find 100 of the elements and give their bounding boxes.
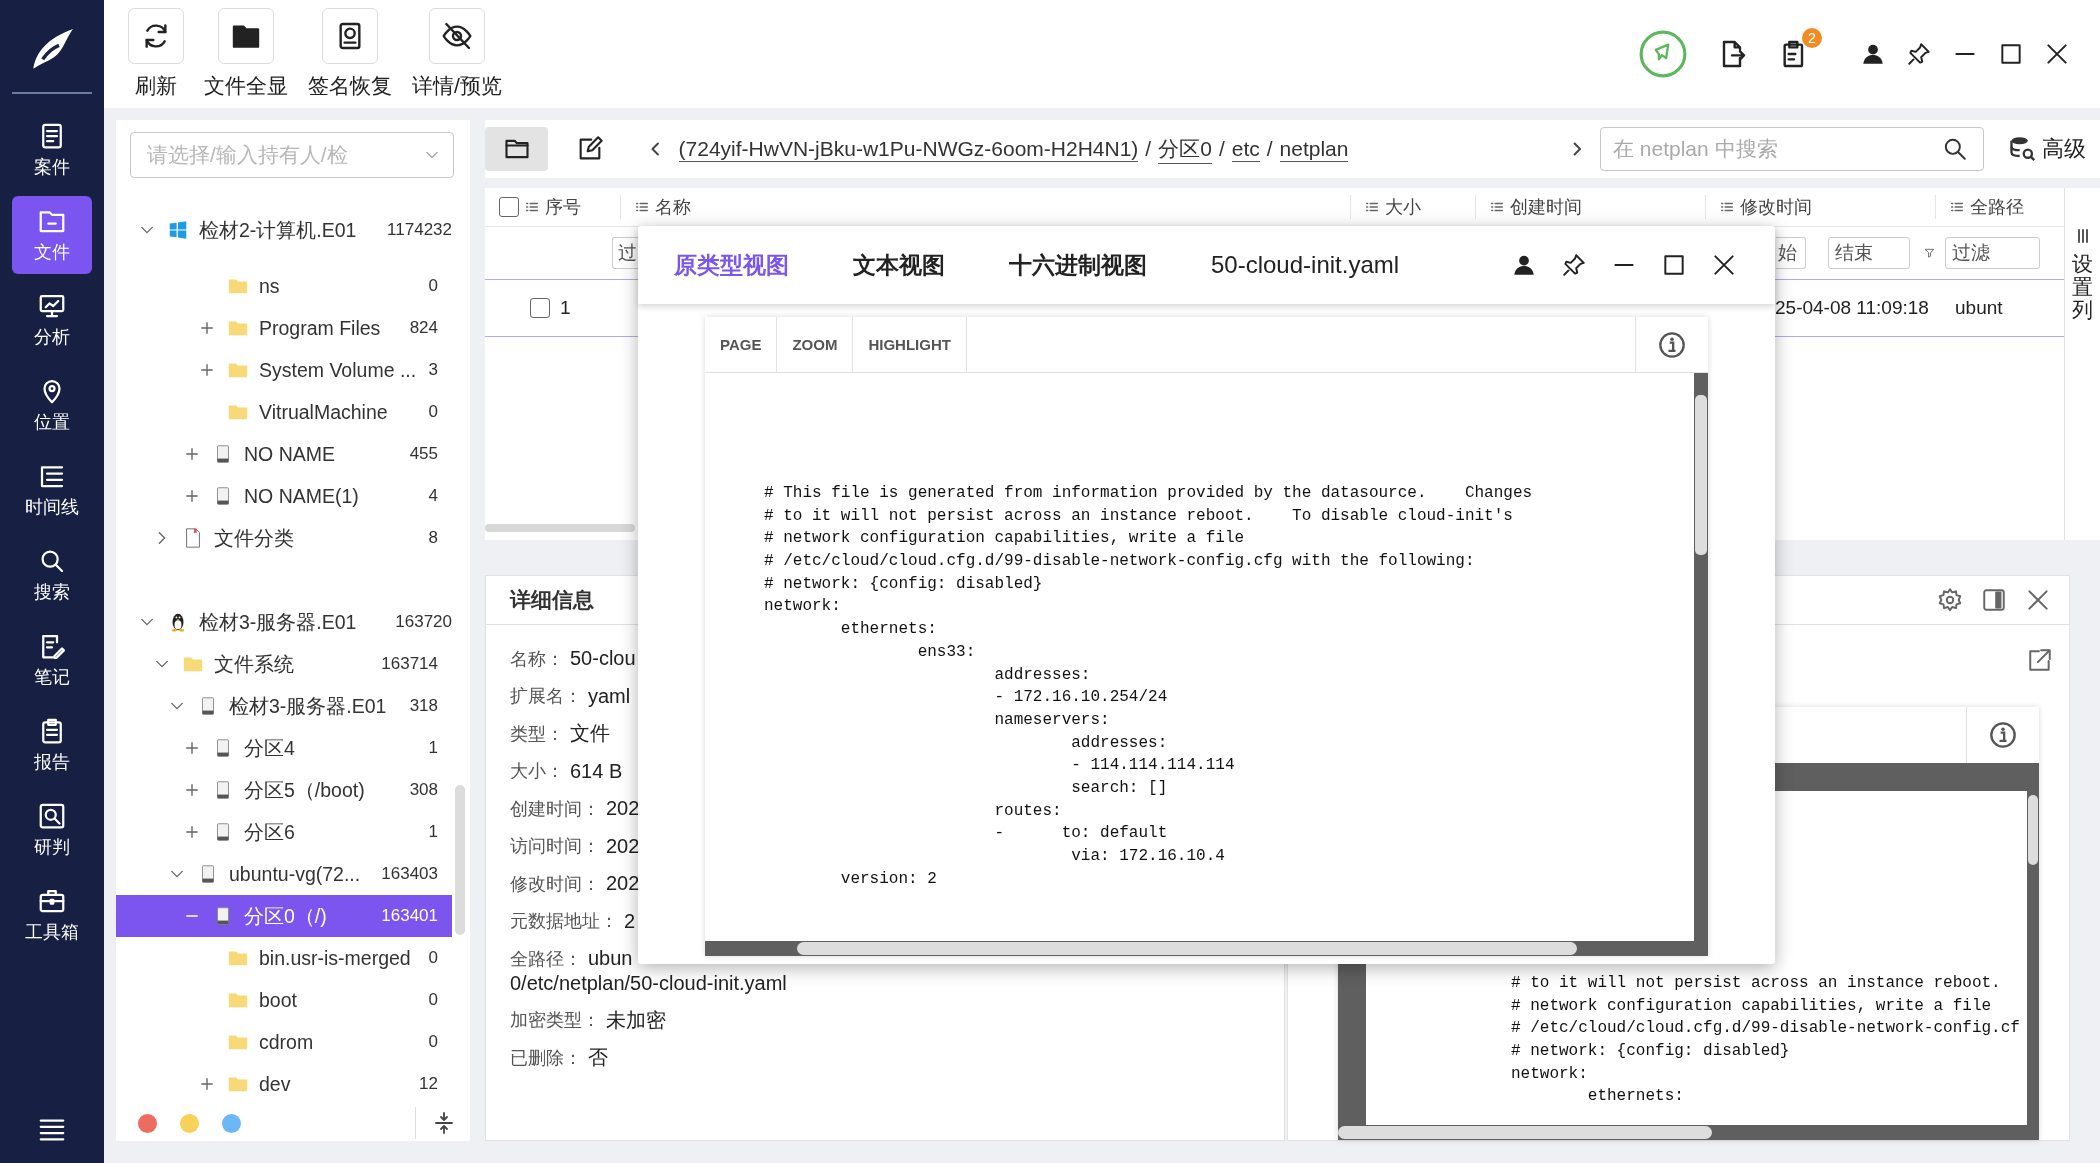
plus-icon[interactable] <box>200 363 214 377</box>
plus-icon[interactable] <box>185 825 199 839</box>
tree-row[interactable]: 文件系统 163714 <box>116 643 452 685</box>
view-tab[interactable]: 十六进制视图 <box>1009 249 1147 281</box>
pin-icon[interactable] <box>1906 41 1932 67</box>
view-tab[interactable]: 文本视图 <box>853 249 945 281</box>
path-link[interactable]: 分区0 <box>1158 134 1212 164</box>
tree-row[interactable]: Program Files 824 <box>116 307 452 349</box>
column-header[interactable]: 修改时间 <box>1740 195 1812 219</box>
toolbar-button[interactable]: 签名恢复 <box>308 8 392 100</box>
tree-row[interactable]: 分区0（/) 163401 <box>116 895 452 937</box>
column-header[interactable]: 全路径 <box>1970 195 2024 219</box>
filter-field[interactable]: 过滤 <box>1945 237 2040 269</box>
viewer-tool-button[interactable]: ZOOM <box>777 317 854 372</box>
plus-icon[interactable] <box>185 489 199 503</box>
nav-item[interactable]: 分析 <box>12 281 92 359</box>
pin-icon[interactable] <box>1561 252 1587 278</box>
advanced-search-button[interactable]: 高级 <box>2008 134 2086 164</box>
tree-row[interactable]: bin.usr-is-merged 0 <box>116 937 452 979</box>
tree-row[interactable]: ubuntu-vg(72... 163403 <box>116 853 452 895</box>
tree-row[interactable]: NO NAME(1) 4 <box>116 475 452 517</box>
nav-item[interactable]: 时间线 <box>12 451 92 529</box>
start-date-field[interactable]: 始 <box>1776 237 1806 269</box>
nav-item[interactable]: 位置 <box>12 366 92 444</box>
magnifier-frame-icon <box>37 801 67 831</box>
search-field[interactable]: 在 netplan 中搜索 <box>1600 127 1984 171</box>
nav-item[interactable]: 案件 <box>12 111 92 189</box>
tree-row[interactable]: System Volume ... 3 <box>116 349 452 391</box>
column-header[interactable]: 创建时间 <box>1510 195 1582 219</box>
info-icon[interactable] <box>1658 330 1686 359</box>
color-filter-dot[interactable] <box>222 1113 241 1133</box>
maximize-icon[interactable] <box>1661 252 1687 278</box>
tree-row[interactable]: VitrualMachine 0 <box>116 391 452 433</box>
item-count: 4 <box>428 486 438 506</box>
select-all-checkbox[interactable] <box>499 197 519 217</box>
column-header[interactable]: 名称 <box>655 195 691 219</box>
column-header[interactable]: 大小 <box>1385 195 1421 219</box>
tree-row[interactable]: 文件分类 8 <box>116 517 452 559</box>
collapse-icon[interactable] <box>432 1111 456 1135</box>
path-separator: / <box>1218 137 1225 161</box>
item-count: 308 <box>409 780 438 800</box>
nav-item[interactable]: 文件 <box>12 196 92 274</box>
tree-row[interactable]: 分区5（/boot) 308 <box>116 769 452 811</box>
item-count: 1 <box>428 822 438 842</box>
scrollbar[interactable] <box>705 941 1708 956</box>
tree-row[interactable]: 分区4 1 <box>116 727 452 769</box>
column-header[interactable]: 序号 <box>545 195 581 219</box>
tree-row[interactable]: 检材3-服务器.E01 163720 <box>116 601 452 643</box>
end-date-field[interactable]: 结束 <box>1828 237 1910 269</box>
plus-icon[interactable] <box>185 783 199 797</box>
item-count: 824 <box>409 318 438 338</box>
nav-item[interactable]: 笔记 <box>12 621 92 699</box>
viewer-tool-button[interactable]: HIGHLIGHT <box>853 317 967 372</box>
path-link[interactable]: netplan <box>1279 136 1349 162</box>
scrollbar[interactable] <box>1338 1125 2039 1140</box>
settings-icon[interactable] <box>1937 587 1963 613</box>
path-link[interactable]: etc <box>1231 136 1260 162</box>
tree-row[interactable]: 检材2-计算机.E01 1174232 <box>116 209 452 251</box>
scrollbar[interactable] <box>485 524 635 532</box>
info-icon[interactable] <box>1989 721 2017 749</box>
nav-item[interactable]: 研判 <box>12 791 92 869</box>
tree-row[interactable]: 检材3-服务器.E01 318 <box>116 685 452 727</box>
filter-field[interactable]: 过 <box>612 237 638 269</box>
nav-item[interactable]: 工具箱 <box>12 876 92 954</box>
split-view-icon[interactable] <box>1981 587 2007 613</box>
nav-item[interactable]: 搜索 <box>12 536 92 614</box>
toolbar-button[interactable]: 详情/预览 <box>412 8 502 100</box>
column-settings-button[interactable]: 设置列 <box>2064 188 2100 540</box>
tree-row[interactable]: boot 0 <box>116 979 452 1021</box>
code-line: routes: <box>993 800 1063 822</box>
path-link[interactable]: (724yif-HwVN-jBku-w1Pu-NWGz-6oom-H2H4N1) <box>678 136 1139 162</box>
field-label: 访问时间： <box>510 835 600 859</box>
tree-row[interactable]: cdrom 0 <box>116 1021 452 1063</box>
code-line: via: 172.16.10.4 <box>1070 846 1226 867</box>
close-icon[interactable] <box>1711 252 1737 278</box>
tree-row[interactable]: dev 12 <box>116 1063 452 1105</box>
viewer-tool-button[interactable]: PAGE <box>705 317 778 372</box>
external-link-icon[interactable] <box>2027 647 2053 673</box>
folder-view-button[interactable] <box>485 127 549 171</box>
color-filter-dot[interactable] <box>138 1113 157 1133</box>
nav-item[interactable]: 报告 <box>12 706 92 784</box>
plus-icon[interactable] <box>185 447 199 461</box>
view-tab[interactable]: 原类型视图 <box>674 249 789 281</box>
plus-icon[interactable] <box>200 321 214 335</box>
tree-row[interactable]: 分区6 1 <box>116 811 452 853</box>
close-icon[interactable] <box>2044 41 2070 67</box>
tree-label: 检材2-计算机.E01 <box>199 217 358 243</box>
toolbar-button[interactable]: 文件全显 <box>204 8 288 100</box>
plus-icon[interactable] <box>200 1077 214 1091</box>
plus-icon[interactable] <box>185 741 199 755</box>
owner-select-field[interactable]: 请选择/输入持有人/检 <box>130 132 454 178</box>
tree-row[interactable]: NO NAME 455 <box>116 433 452 475</box>
scrollbar[interactable] <box>455 785 465 935</box>
maximize-icon[interactable] <box>1998 41 2024 67</box>
code-line: # This file is generated from information provided by the datasource. Changes <box>764 483 1534 504</box>
tree-row[interactable]: ns 0 <box>116 265 452 307</box>
row-checkbox[interactable] <box>530 298 550 318</box>
color-filter-dot[interactable] <box>180 1113 199 1133</box>
code-line: # network: {config: disabled} <box>764 573 1044 595</box>
scrollbar[interactable] <box>1694 373 1708 941</box>
